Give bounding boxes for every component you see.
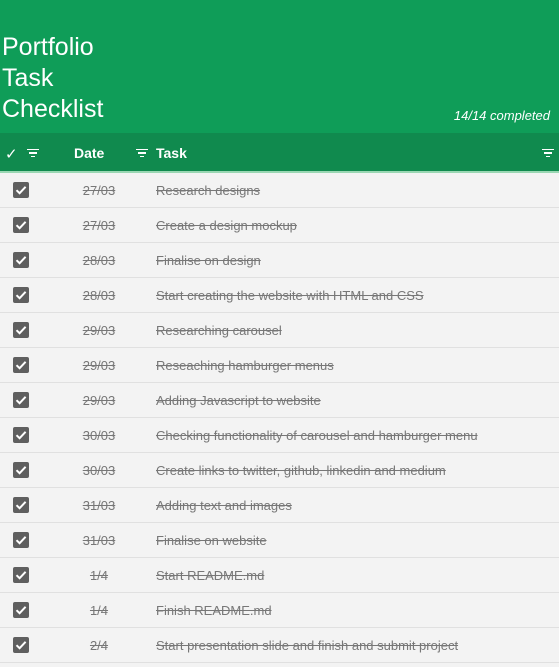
task-text: Adding Javascript to website <box>156 393 321 408</box>
filter-icon[interactable] <box>542 149 554 158</box>
task-text: Researching carousel <box>156 323 282 338</box>
checkbox-checked-icon[interactable] <box>13 217 29 233</box>
checkbox-checked-icon[interactable] <box>13 532 29 548</box>
checkbox-checked-icon[interactable] <box>13 602 29 618</box>
checkbox-checked-icon[interactable] <box>13 357 29 373</box>
task-text: Create links to twitter, github, linkedi… <box>156 463 446 478</box>
header: Portfolio Task Checklist 14/14 completed <box>0 0 559 133</box>
checkbox-checked-icon[interactable] <box>13 287 29 303</box>
task-text: Reseaching hamburger menus <box>156 358 334 373</box>
task-date: 27/03 <box>82 218 116 233</box>
task-text: Finalise on design <box>156 253 261 268</box>
title-line: Checklist <box>2 95 104 123</box>
checkbox-checked-icon[interactable] <box>13 252 29 268</box>
checkbox-checked-icon[interactable] <box>13 392 29 408</box>
page-title: Portfolio Task Checklist <box>2 32 162 125</box>
task-row[interactable]: 28/03 Start creating the website with HTM… <box>0 278 559 313</box>
date-column-header[interactable]: Date <box>74 145 104 161</box>
task-text: Start README.md <box>156 568 265 583</box>
task-list: 27/03 Research designs 27/03 Create a desig… <box>0 173 559 663</box>
checkbox-checked-icon[interactable] <box>13 567 29 583</box>
checkbox-checked-icon[interactable] <box>13 497 29 513</box>
check-column-header[interactable]: ✓ <box>5 145 18 163</box>
title-line: Portfolio <box>2 33 94 61</box>
task-date: 1/4 <box>89 568 109 583</box>
task-row[interactable]: 27/03 Create a design mockup <box>0 208 559 243</box>
task-row[interactable]: 27/03 Research designs <box>0 173 559 208</box>
task-date: 29/03 <box>82 358 116 373</box>
task-date: 1/4 <box>89 603 109 618</box>
task-date: 30/03 <box>82 428 116 443</box>
task-column-header[interactable]: Task <box>156 145 187 161</box>
filter-icon[interactable] <box>136 149 148 158</box>
task-text: Adding text and images <box>156 498 292 513</box>
task-date: 29/03 <box>82 393 116 408</box>
task-text: Research designs <box>156 183 261 198</box>
task-text: Checking functionality of carousel and h… <box>156 428 478 443</box>
task-row[interactable]: 30/03 Checking functionality of carousel … <box>0 418 559 453</box>
checkbox-checked-icon[interactable] <box>13 427 29 443</box>
task-row[interactable]: 1/4 Start README.md <box>0 558 559 593</box>
task-text: Start creating the website with HTML and… <box>156 288 424 303</box>
checkbox-checked-icon[interactable] <box>13 462 29 478</box>
checkbox-checked-icon[interactable] <box>13 322 29 338</box>
task-row[interactable]: 29/03 Adding Javascript to website <box>0 383 559 418</box>
task-date: 2/4 <box>89 638 109 653</box>
column-header: ✓ Date Task <box>0 133 559 173</box>
task-date: 28/03 <box>82 253 116 268</box>
filter-icon[interactable] <box>27 149 39 158</box>
task-row[interactable]: 28/03 Finalise on design <box>0 243 559 278</box>
task-row[interactable]: 1/4 Finish README.md <box>0 593 559 628</box>
task-text: Create a design mockup <box>156 218 297 233</box>
task-text: Start presentation slide and finish and … <box>156 638 459 653</box>
task-row[interactable]: 31/03 Adding text and images <box>0 488 559 523</box>
task-date: 31/03 <box>82 498 116 513</box>
task-row[interactable]: 29/03 Reseaching hamburger menus <box>0 348 559 383</box>
checkbox-checked-icon[interactable] <box>13 637 29 653</box>
task-row[interactable]: 29/03 Researching carousel <box>0 313 559 348</box>
task-date: 27/03 <box>82 183 116 198</box>
task-row[interactable]: 30/03 Create links to twitter, github, li… <box>0 453 559 488</box>
task-date: 28/03 <box>82 288 116 303</box>
task-date: 30/03 <box>82 463 116 478</box>
task-row[interactable]: 2/4 Start presentation slide and finish a… <box>0 628 559 663</box>
task-text: Finish README.md <box>156 603 272 618</box>
title-line: Task <box>2 64 54 92</box>
progress-count: 14/14 completed <box>453 108 550 123</box>
task-date: 31/03 <box>82 533 116 548</box>
checkbox-checked-icon[interactable] <box>13 182 29 198</box>
task-date: 29/03 <box>82 323 116 338</box>
task-row[interactable]: 31/03 Finalise on website <box>0 523 559 558</box>
task-text: Finalise on website <box>156 533 267 548</box>
